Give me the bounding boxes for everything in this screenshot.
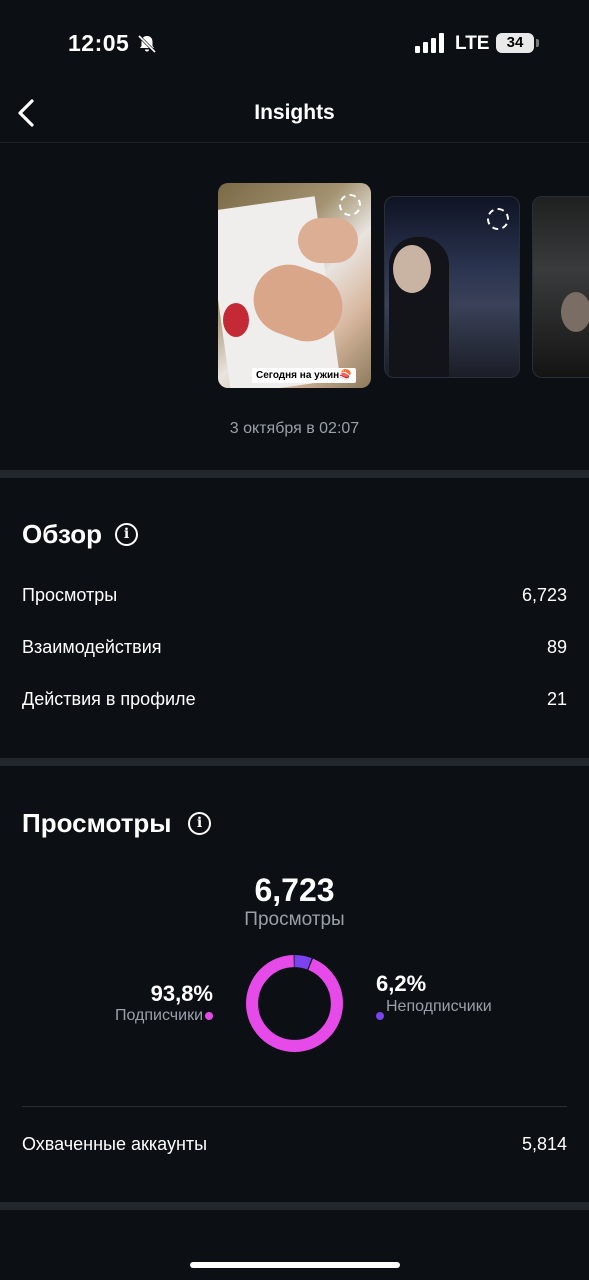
story-date: 3 октября в 02:07 xyxy=(229,420,360,437)
page-title: Insights xyxy=(254,101,335,124)
section-separator xyxy=(0,470,589,478)
views-title: Просмотры xyxy=(22,808,172,838)
views-total: 6,723 xyxy=(254,872,335,908)
status-time: 12:05 xyxy=(68,30,130,56)
battery-tip xyxy=(536,39,539,47)
non-followers-legend-dot xyxy=(376,1012,384,1020)
story-image-face xyxy=(561,292,589,332)
overview-row-value: 21 xyxy=(546,689,567,709)
views-total-label: Просмотры xyxy=(244,909,345,930)
battery-icon: 34 xyxy=(496,33,534,53)
story-image-hand xyxy=(298,218,358,263)
donut-slice-followers xyxy=(246,955,343,1052)
section-separator xyxy=(0,758,589,766)
story-thumbnail-selected[interactable] xyxy=(218,183,371,388)
network-label: LTE xyxy=(455,33,490,54)
story-thumbnail[interactable] xyxy=(532,196,589,378)
loading-icon xyxy=(487,208,509,230)
overview-row-label: Взаимодействия xyxy=(22,637,162,657)
views-donut-chart xyxy=(246,955,343,1052)
overview-title: Обзор xyxy=(22,519,102,549)
story-thumbnail[interactable] xyxy=(384,196,520,378)
header-divider xyxy=(0,142,589,143)
loading-icon xyxy=(339,194,361,216)
section-separator xyxy=(0,1202,589,1210)
info-icon[interactable]: i xyxy=(115,523,138,546)
overview-row-value: 6,723 xyxy=(521,585,567,605)
story-image-face xyxy=(393,245,431,293)
signal-icon xyxy=(415,33,444,53)
overview-row-label: Действия в профиле xyxy=(22,689,196,709)
story-caption: Сегодня на ужин🍣 xyxy=(252,368,356,383)
non-followers-percent: 6,2% xyxy=(376,971,427,996)
non-followers-label: Неподписчики xyxy=(386,998,492,1015)
followers-percent: 93,8% xyxy=(150,981,213,1006)
home-indicator[interactable] xyxy=(190,1262,400,1268)
overview-row-label: Просмотры xyxy=(22,585,118,605)
reached-accounts-value: 5,814 xyxy=(521,1134,567,1154)
bell-off-icon xyxy=(137,34,157,54)
followers-legend-dot xyxy=(205,1012,213,1020)
story-image-logo xyxy=(223,303,249,337)
reached-accounts-label: Охваченные аккаунты xyxy=(22,1134,208,1154)
divider xyxy=(22,1106,567,1107)
overview-row-value: 89 xyxy=(546,637,567,657)
followers-label: Подписчики xyxy=(114,1007,203,1024)
info-icon[interactable]: i xyxy=(188,812,211,835)
